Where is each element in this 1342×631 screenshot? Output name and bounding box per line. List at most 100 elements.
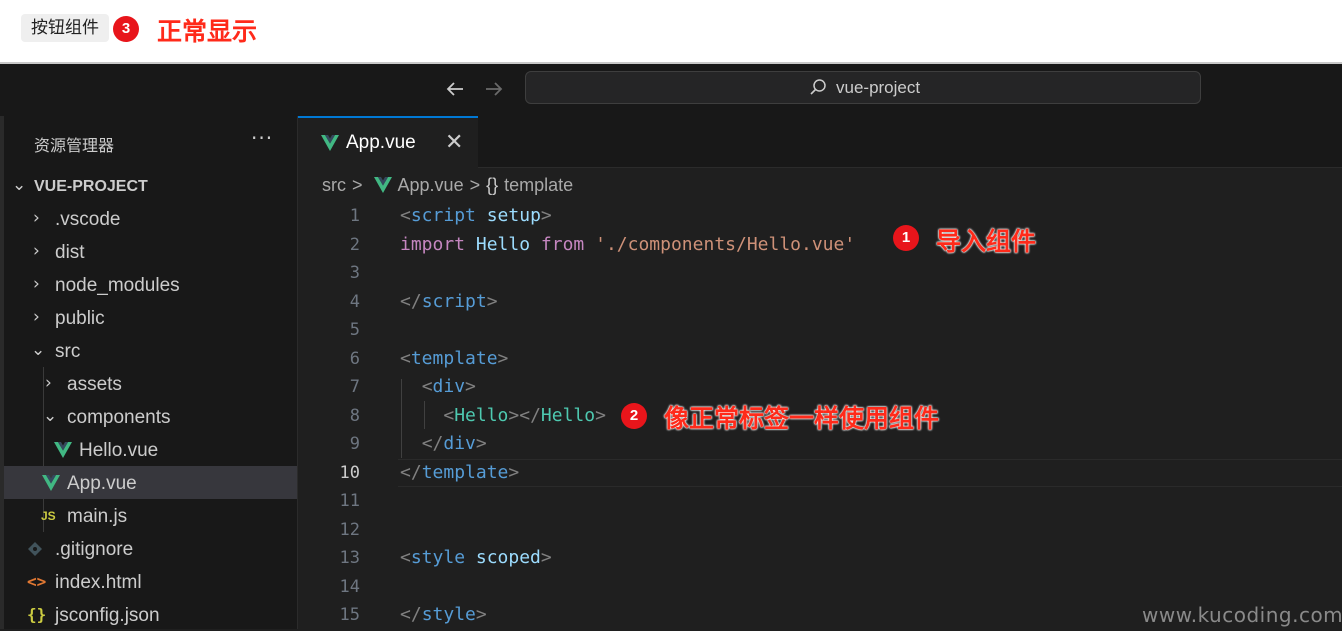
breadcrumb: src > App.vue >{} template <box>322 175 579 196</box>
token: template <box>421 461 509 483</box>
token: div <box>443 433 476 454</box>
tree-item-label: App.vue <box>67 473 137 494</box>
chevron-right-icon: › <box>33 307 40 327</box>
tab-app-vue[interactable]: App.vue ✕ <box>298 116 478 168</box>
code-line-13[interactable]: 13 <style scoped> <box>298 544 1342 573</box>
code-line-5[interactable]: 5 <box>298 316 1342 345</box>
component-button-label: 按钮组件 <box>31 18 99 38</box>
watermark: www.kucoding.com <box>1142 603 1342 627</box>
token: template <box>410 347 498 369</box>
vue-icon <box>373 177 392 193</box>
breadcrumb-app-vue[interactable]: App.vue <box>398 175 464 195</box>
annotation-badge-1: 1 <box>893 225 919 251</box>
token: </ <box>400 290 422 312</box>
token: Hello <box>540 404 596 426</box>
token: ></ <box>508 404 541 426</box>
tree-item-src[interactable]: ⌄ src <box>4 334 297 367</box>
token: < <box>421 376 433 397</box>
tree-item-hello-vue[interactable]: Hello.vue <box>4 433 297 466</box>
token: > <box>508 461 520 483</box>
token: Hello <box>454 404 509 426</box>
tree-item-label: jsconfig.json <box>55 605 160 626</box>
tree-item-public[interactable]: › public <box>4 301 297 334</box>
tab-bar: App.vue ✕ <box>298 116 1342 168</box>
chevron-right-icon: › <box>33 274 40 294</box>
tree-item-app-vue[interactable]: App.vue <box>4 466 297 499</box>
json-icon: {} <box>27 605 47 624</box>
code-line-14[interactable]: 14 <box>298 573 1342 602</box>
tree-item-node-modules[interactable]: › node_modules <box>4 268 297 301</box>
tree-item-label: components <box>67 407 171 428</box>
chevron-right-icon: › <box>33 241 40 261</box>
code-line-12[interactable]: 12 <box>298 516 1342 545</box>
line-number: 5 <box>349 320 360 340</box>
tree-item-main-js[interactable]: JS main.js <box>4 499 297 532</box>
annotation-text-1: 导入组件 <box>936 227 1037 256</box>
tree-item-jsconfig[interactable]: {} jsconfig.json <box>4 598 297 631</box>
tree-item-label: src <box>55 341 81 362</box>
tree-item-index-html[interactable]: <> index.html <box>4 565 297 598</box>
tree-item-label: .vscode <box>55 209 121 230</box>
line-number: 14 <box>339 576 360 597</box>
chevron-right-icon: > <box>469 175 481 195</box>
arrow-left-icon[interactable] <box>444 78 466 105</box>
braces-icon: {} <box>486 175 499 195</box>
token: from <box>540 233 585 255</box>
project-root[interactable]: ⌄ VUE-PROJECT <box>4 169 297 202</box>
annotation-text-3: 正常显示 <box>157 17 258 46</box>
tree-item-gitignore[interactable]: .gitignore <box>4 532 297 565</box>
search-icon <box>810 79 826 95</box>
breadcrumb-src[interactable]: src <box>322 175 346 195</box>
code-line-11[interactable]: 11 <box>298 487 1342 516</box>
token: > <box>475 433 487 454</box>
code-line-10[interactable]: 10 </template> <box>298 459 1342 488</box>
token: div <box>432 376 466 397</box>
line-number: 3 <box>349 263 360 283</box>
close-icon[interactable]: ✕ <box>445 130 463 155</box>
editor-area: App.vue ✕ src > App.vue >{} template 1 <scri… <box>298 116 1342 629</box>
token: style <box>410 547 466 568</box>
token: < <box>400 347 411 369</box>
tree-item-label: index.html <box>55 572 142 593</box>
arrow-right-icon[interactable] <box>483 78 505 105</box>
code-line-2[interactable]: 2 import Hello from './components/Hello.v… <box>298 231 1342 260</box>
code-line-4[interactable]: 4 </script> <box>298 288 1342 317</box>
html-icon: <> <box>27 572 47 591</box>
search-text: vue-project <box>836 78 921 97</box>
code-line-3[interactable]: 3 <box>298 259 1342 288</box>
token: script <box>410 205 476 226</box>
command-center-search[interactable]: vue-project <box>525 71 1201 104</box>
token: > <box>595 404 606 426</box>
token: style <box>421 604 476 625</box>
chevron-right-icon: > <box>352 175 363 195</box>
tree-item-vscode[interactable]: › .vscode <box>4 202 297 235</box>
tree-item-label: assets <box>67 374 122 395</box>
git-icon <box>28 542 42 556</box>
code-line-6[interactable]: 6 <template> <box>298 345 1342 374</box>
token: </ <box>421 433 444 454</box>
tree-item-dist[interactable]: › dist <box>4 235 297 268</box>
token: < <box>443 404 455 426</box>
line-number: 9 <box>349 434 360 454</box>
tree-item-assets[interactable]: › assets <box>4 367 297 400</box>
token: < <box>400 547 411 568</box>
code-line-7[interactable]: 7 <div> <box>298 373 1342 402</box>
token: import <box>400 233 466 255</box>
code-line-1[interactable]: 1 <script setup> <box>298 202 1342 231</box>
token: > <box>486 290 498 312</box>
more-actions-icon[interactable]: ··· <box>251 126 273 150</box>
token: script <box>421 290 487 312</box>
tree-item-label: main.js <box>67 506 128 527</box>
line-number: 6 <box>349 348 360 369</box>
vue-icon <box>54 442 72 458</box>
activity-edge <box>0 116 4 629</box>
vue-icon <box>321 135 339 151</box>
tree-item-components[interactable]: ⌄ components <box>4 400 297 433</box>
annotation-badge-2: 2 <box>621 403 647 429</box>
tree-item-label: .gitignore <box>55 539 134 560</box>
token: setup <box>486 205 541 226</box>
component-button[interactable]: 按钮组件 <box>21 14 109 42</box>
tree-item-label: public <box>55 308 105 329</box>
title-bar: vue-project <box>0 64 1342 116</box>
breadcrumb-template[interactable]: template <box>504 175 573 195</box>
